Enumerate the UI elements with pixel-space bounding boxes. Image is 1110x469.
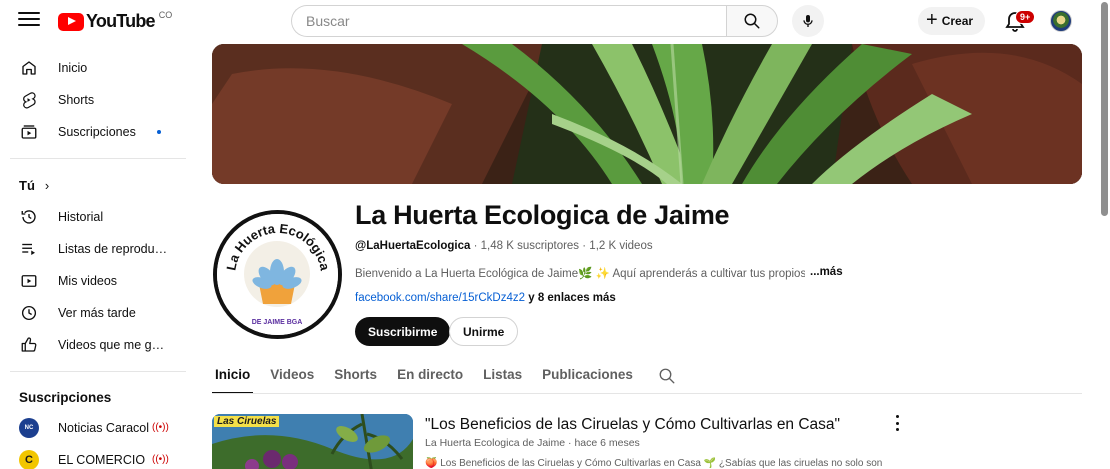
channel-description[interactable]: Bienvenido a La Huerta Ecológica de Jaim… — [355, 266, 805, 280]
more-links-button[interactable]: y 8 enlaces más — [528, 292, 616, 304]
featured-video-description: 🍑 Los Beneficios de las Ciruelas y Cómo … — [425, 458, 883, 469]
watch-later-icon — [21, 305, 37, 321]
sidebar-item-subscriptions[interactable]: Suscripciones — [0, 116, 200, 148]
featured-video-title[interactable]: "Los Beneficios de las Ciruelas y Cómo C… — [425, 416, 840, 434]
account-avatar[interactable] — [1050, 10, 1072, 32]
sidebar-item-label: Suscripciones — [58, 125, 136, 139]
channel-avatar: C — [19, 450, 39, 469]
tab-posts[interactable]: Publicaciones — [532, 358, 643, 394]
video-count: 1,2 K videos — [589, 240, 653, 252]
channel-name: La Huerta Ecologica de Jaime — [355, 200, 730, 230]
sidebar-item-label: Ver más tarde — [58, 306, 136, 320]
channel-external-link[interactable]: facebook.com/share/15rCkDz4z2 — [355, 292, 525, 304]
notifications-badge: 9+ — [1015, 10, 1036, 24]
playlists-icon — [22, 243, 35, 255]
channel-avatar-large[interactable]: La Huerta Ecológica DE JAIME BGA — [213, 210, 342, 339]
tab-shorts[interactable]: Shorts — [324, 358, 387, 394]
history-icon — [21, 210, 36, 224]
tab-live[interactable]: En directo — [387, 358, 473, 394]
search-button[interactable] — [726, 5, 778, 37]
logo-country-code: CO — [158, 9, 173, 20]
featured-video-meta: La Huerta Ecologica de Jaime · hace 6 me… — [425, 437, 640, 449]
description-more-link[interactable]: ...más — [810, 266, 843, 278]
subscriptions-header: Suscripciones — [19, 389, 112, 405]
video-channel-name[interactable]: La Huerta Ecologica de Jaime — [425, 437, 565, 449]
liked-videos-icon — [21, 337, 37, 352]
sidebar-item-watch-later[interactable]: Ver más tarde — [0, 297, 200, 329]
tabs-divider — [212, 393, 1082, 394]
youtube-play-icon — [58, 12, 84, 31]
sidebar-divider — [10, 158, 186, 159]
create-label: Crear — [941, 14, 974, 28]
sidebar-item-liked-videos[interactable]: Videos que me gustan — [0, 329, 200, 361]
more-options-icon[interactable] — [890, 414, 904, 432]
banner-image — [212, 44, 1082, 184]
top-bar: YouTube CO + Crear 9+ — [0, 0, 1110, 42]
search-icon — [744, 13, 760, 29]
sidebar-item-home[interactable]: Inicio — [0, 52, 200, 84]
chevron-right-icon: › — [44, 177, 50, 193]
featured-video-thumbnail[interactable]: Las Ciruelas — [212, 414, 413, 469]
channel-banner — [212, 44, 1082, 184]
sidebar: Inicio Shorts Suscripciones Tú › Histori… — [0, 52, 200, 469]
home-icon — [22, 61, 36, 75]
channel-search-button[interactable] — [658, 358, 676, 390]
live-icon: ((•)) — [152, 454, 169, 465]
tab-videos[interactable]: Videos — [260, 358, 324, 394]
shorts-icon — [23, 92, 36, 109]
search-icon — [659, 368, 675, 384]
subscriber-count: 1,48 K suscriptores — [480, 240, 580, 252]
microphone-icon — [803, 15, 813, 27]
sidebar-item-my-videos[interactable]: Mis videos — [0, 265, 200, 297]
sidebar-item-label: Shorts — [58, 93, 95, 107]
thumbnail-label: Las Ciruelas — [214, 416, 280, 427]
new-content-dot — [157, 130, 161, 134]
tab-home[interactable]: Inicio — [212, 358, 254, 394]
sidebar-item-label: Mis videos — [58, 274, 118, 288]
you-label: Tú — [19, 177, 35, 193]
tab-playlists[interactable]: Listas — [473, 358, 532, 394]
subscription-item-el-comercio[interactable]: C EL COMERCIO ((•)) — [0, 444, 200, 469]
sidebar-item-playlists[interactable]: Listas de reproducción — [0, 233, 200, 265]
page-scrollbar[interactable] — [1101, 2, 1108, 216]
subscribe-button[interactable]: Suscribirme — [355, 317, 451, 346]
plus-icon: + — [926, 9, 938, 31]
my-videos-icon — [21, 275, 37, 287]
voice-search-button[interactable] — [792, 5, 824, 37]
create-button[interactable]: + Crear — [918, 7, 986, 35]
menu-icon[interactable] — [18, 12, 40, 30]
logo-text: YouTube — [86, 11, 156, 31]
search-input[interactable] — [291, 5, 726, 37]
channel-avatar: NC — [19, 418, 39, 438]
subscription-item-noticias-caracol[interactable]: NC Noticias Caracol ((•)) — [0, 412, 200, 444]
channel-links: facebook.com/share/15rCkDz4z2 y 8 enlace… — [355, 292, 616, 304]
meta-separator: · — [473, 240, 481, 252]
youtube-logo[interactable]: YouTube CO — [58, 9, 173, 32]
sidebar-item-label: Inicio — [58, 61, 88, 75]
search-box — [291, 5, 778, 37]
subscription-label: EL COMERCIO — [58, 453, 146, 467]
video-age: hace 6 meses — [574, 437, 640, 449]
subscription-label: Noticias Caracol — [58, 421, 150, 435]
avatar-bottom-text: DE JAIME BGA — [252, 319, 303, 326]
sidebar-item-label: Videos que me gustan — [58, 338, 170, 352]
sidebar-item-label: Historial — [58, 210, 104, 224]
sidebar-item-label: Listas de reproducción — [58, 242, 170, 256]
channel-logo: La Huerta Ecológica DE JAIME BGA — [217, 214, 338, 335]
sidebar-item-shorts[interactable]: Shorts — [0, 84, 200, 116]
subscriptions-icon — [21, 125, 37, 139]
sidebar-you-header[interactable]: Tú › — [0, 169, 200, 201]
sidebar-divider — [10, 371, 186, 372]
live-icon: ((•)) — [152, 422, 169, 433]
channel-handle: @LaHuertaEcologica — [355, 240, 471, 252]
sidebar-item-history[interactable]: Historial — [0, 201, 200, 233]
channel-tabs: Inicio Videos Shorts En directo Listas P… — [212, 358, 676, 394]
channel-meta: @LaHuertaEcologica · 1,48 K suscriptores… — [355, 240, 653, 252]
join-button[interactable]: Unirme — [449, 317, 519, 346]
